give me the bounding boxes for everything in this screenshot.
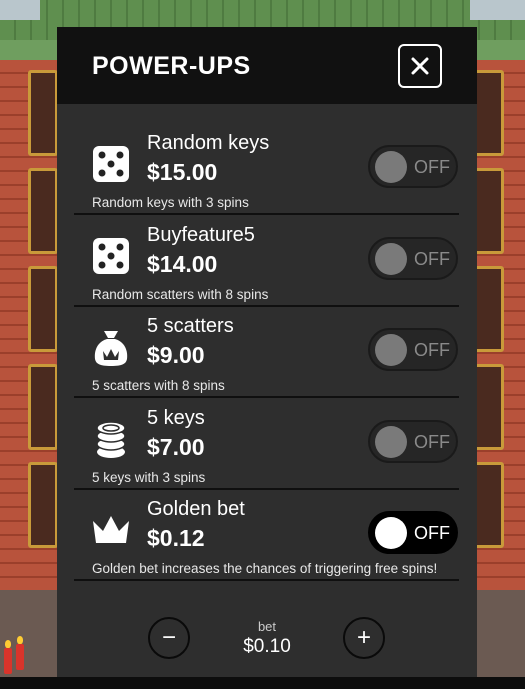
dice-icon (93, 238, 129, 274)
reel-slot (474, 70, 504, 156)
power-up-price: $0.12 (147, 525, 205, 551)
power-up-item-5-scatters: 5 scatters $9.00 5 scatters with 8 spins… (74, 305, 459, 398)
toggle-knob (375, 334, 407, 366)
bet-value: $0.10 (243, 636, 291, 657)
power-up-toggle[interactable]: OFF (368, 511, 458, 554)
candle (16, 636, 24, 670)
candle (4, 640, 12, 674)
increase-bet-button[interactable]: + (343, 617, 385, 659)
reel-slot (474, 168, 504, 254)
power-up-price: $9.00 (147, 342, 205, 368)
power-up-description: Random keys with 3 spins (92, 195, 249, 210)
power-up-toggle[interactable]: OFF (368, 328, 458, 371)
money-bag-icon (94, 331, 128, 366)
power-up-price: $7.00 (147, 434, 205, 460)
power-up-description: 5 scatters with 8 spins (92, 378, 225, 393)
bottom-bar (0, 677, 525, 689)
reel-slot (28, 462, 58, 548)
power-up-name: 5 scatters (147, 315, 234, 337)
power-up-name: Random keys (147, 132, 270, 154)
power-up-toggle[interactable]: OFF (368, 420, 458, 463)
power-ups-modal: POWER-UPS Random keys $15.00 Random keys… (57, 27, 477, 677)
power-up-price: $14.00 (147, 251, 218, 277)
crown-icon (93, 516, 129, 543)
reel-slot (28, 364, 58, 450)
modal-title: POWER-UPS (92, 52, 251, 80)
power-up-description: Random scatters with 8 spins (92, 287, 269, 302)
reel-slot (474, 266, 504, 352)
reel-slot (28, 70, 58, 156)
toggle-knob (375, 243, 407, 275)
toggle-label: OFF (414, 523, 450, 543)
power-up-toggle[interactable]: OFF (368, 237, 458, 280)
close-icon (411, 57, 429, 75)
power-up-item-golden-bet: Golden bet $0.12 Golden bet increases th… (74, 488, 459, 581)
toggle-knob (375, 151, 407, 183)
close-button[interactable] (398, 44, 442, 88)
power-up-item-5-keys: 5 keys $7.00 5 keys with 3 spins OFF (74, 397, 459, 490)
power-up-toggle[interactable]: OFF (368, 145, 458, 188)
toggle-label: OFF (414, 340, 450, 360)
power-up-item-random-keys: Random keys $15.00 Random keys with 3 sp… (74, 122, 459, 215)
toggle-knob (375, 426, 407, 458)
sky (470, 0, 525, 20)
power-up-description: Golden bet increases the chances of trig… (92, 561, 438, 576)
power-up-item-buyfeature5: Buyfeature5 $14.00 Random scatters with … (74, 214, 459, 307)
dice-icon (93, 146, 129, 182)
plus-icon: + (356, 624, 371, 651)
toggle-label: OFF (414, 157, 450, 177)
power-up-price: $15.00 (147, 159, 218, 185)
modal-header: POWER-UPS (57, 27, 477, 104)
toggle-knob (375, 517, 407, 549)
power-up-description: 5 keys with 3 spins (92, 470, 206, 485)
reel-slot (474, 364, 504, 450)
power-up-name: Golden bet (147, 498, 245, 520)
reel-slot (28, 168, 58, 254)
reel-slot (474, 462, 504, 548)
bet-label: bet (257, 619, 277, 634)
toggle-label: OFF (414, 432, 450, 452)
power-up-name: 5 keys (147, 407, 205, 429)
bet-bar: − bet $0.10 + (57, 607, 477, 677)
power-up-name: Buyfeature5 (147, 224, 255, 246)
toggle-label: OFF (414, 249, 450, 269)
reel-slot (28, 266, 58, 352)
coin-stack-icon (96, 421, 126, 458)
sky (0, 0, 40, 20)
